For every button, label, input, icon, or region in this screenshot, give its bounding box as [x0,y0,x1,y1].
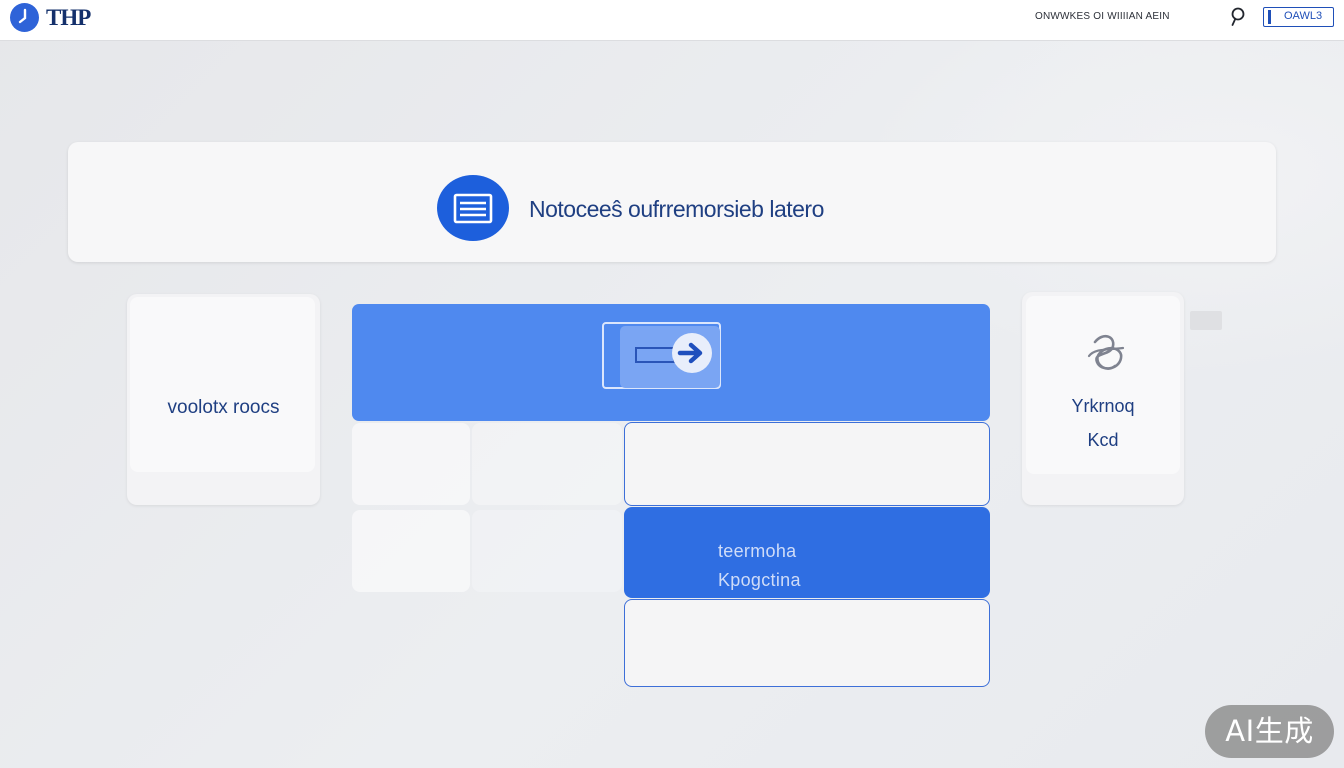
page-title: Notoceeŝ oufrremorsieb latero [529,196,824,222]
clock-logo-icon[interactable] [10,3,39,32]
small-chip [1190,311,1222,330]
option-item-1[interactable] [624,422,990,506]
left-option-card[interactable]: voolotx roocs [127,294,320,505]
top-nav-link[interactable]: ONWWKES OI WIIIIAN AEIN [1035,11,1170,22]
account-icon [1268,10,1271,24]
brand-logo[interactable]: THP [46,5,91,31]
account-button[interactable]: OAWL3 [1263,7,1334,27]
option-label-line2: Kpogctina [718,570,801,590]
ghost-tile [472,510,622,592]
tangle-icon [1085,330,1127,376]
card-forward-icon [602,322,722,390]
right-card-label-line2: Kcd [1087,430,1119,450]
ghost-tile [352,423,470,505]
account-button-label: OAWL3 [1284,10,1323,22]
main-action-panel[interactable] [352,304,990,421]
option-label-line1: teermoha [718,541,797,561]
left-card-inner [130,297,315,472]
ai-generated-badge: AI生成 [1205,705,1334,758]
ghost-tile [352,510,470,592]
option-item-3[interactable] [624,599,990,687]
search-icon[interactable] [1228,6,1248,28]
ghost-tile [472,423,622,505]
left-card-label: voolotx roocs [167,397,280,418]
right-card-label-line1: Yrkrnoq [1071,396,1135,416]
top-bar: THP ONWWKES OI WIIIIAN AEIN OAWL3 [0,0,1344,41]
document-icon [437,175,509,241]
option-item-2[interactable]: teermoha Kpogctina [624,507,990,598]
